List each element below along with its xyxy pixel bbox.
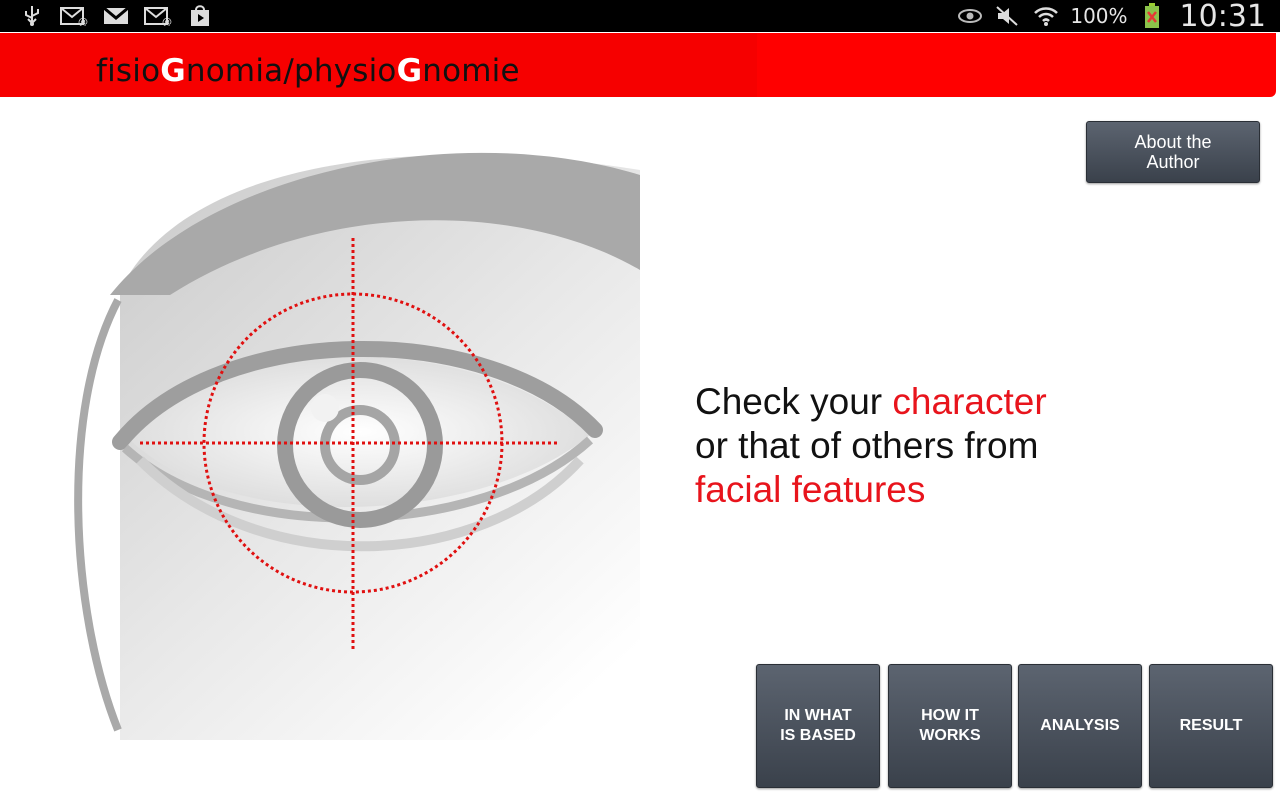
tagline-line-2: or that of others from: [695, 425, 1039, 466]
title-part-highlight: G: [396, 53, 423, 89]
result-button[interactable]: RESULT: [1149, 664, 1273, 788]
title-part: fisio: [96, 53, 161, 89]
eye-illustration: [74, 152, 640, 740]
email-icon: @: [144, 5, 172, 27]
email-icon: @: [60, 5, 88, 27]
eye-icon: [956, 5, 984, 27]
battery-icon: [1138, 3, 1166, 28]
app-header: fisioGnomia/physioGnomie: [0, 33, 1276, 97]
status-bar-notifications: @ @: [18, 4, 214, 28]
mute-icon: [994, 5, 1022, 27]
usb-icon: [18, 5, 46, 27]
status-bar: @ @ 100% 10:31: [0, 0, 1280, 34]
wifi-icon: [1032, 5, 1060, 27]
play-store-icon: [186, 5, 214, 27]
how-it-works-button[interactable]: HOW IT WORKS: [888, 664, 1012, 788]
analysis-button[interactable]: ANALYSIS: [1018, 664, 1142, 788]
title-part-highlight: G: [160, 53, 186, 89]
app-title: fisioGnomia/physioGnomie: [96, 53, 520, 89]
clock: 10:31: [1179, 0, 1266, 34]
in-what-is-based-button[interactable]: IN WHAT IS BASED: [756, 664, 880, 788]
tagline-line-1: Check your character: [695, 380, 1235, 424]
gmail-icon: [102, 5, 130, 27]
tagline-line-3: facial features: [695, 469, 926, 510]
tagline: Check your character or that of others f…: [695, 380, 1235, 512]
svg-text:@: @: [162, 17, 172, 26]
battery-percent: 100%: [1070, 4, 1128, 28]
svg-text:@: @: [78, 17, 88, 26]
tagline-highlight: character: [892, 381, 1047, 422]
title-part: nomia/physio: [185, 53, 397, 89]
status-bar-system: 100% 10:31: [956, 0, 1266, 34]
about-author-button[interactable]: About the Author: [1086, 121, 1260, 183]
title-part: nomie: [422, 53, 520, 89]
tagline-text: Check your: [695, 381, 893, 422]
